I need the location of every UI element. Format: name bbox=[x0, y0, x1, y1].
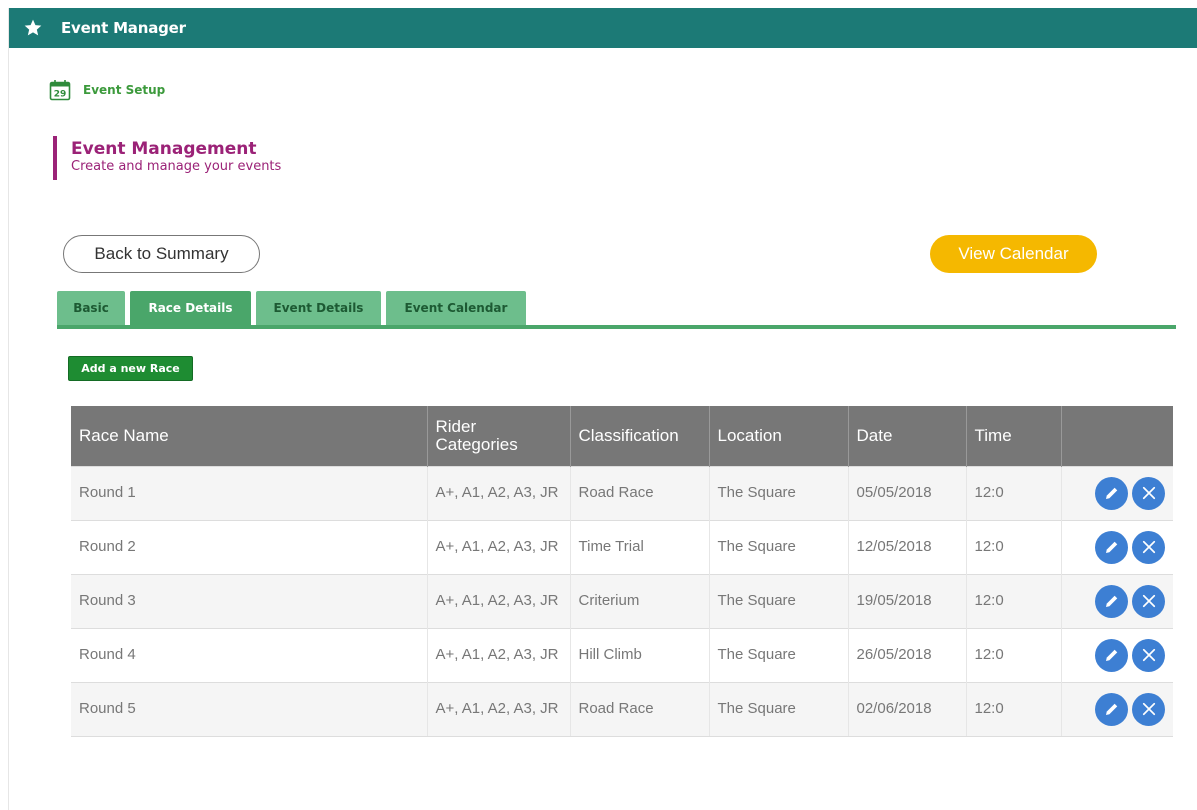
location-cell: The Square bbox=[709, 627, 849, 682]
app-title: Event Manager bbox=[61, 19, 186, 37]
page-subtitle: Create and manage your events bbox=[71, 159, 282, 174]
breadcrumb-label: Event Setup bbox=[83, 83, 166, 97]
column-header-classification[interactable]: Classification bbox=[570, 406, 710, 466]
close-icon bbox=[1142, 540, 1155, 554]
view-calendar-button[interactable]: View Calendar bbox=[930, 235, 1097, 273]
delete-race-button[interactable] bbox=[1132, 638, 1165, 672]
calendar-icon: 29 bbox=[49, 80, 71, 101]
date-cell: 02/06/2018 bbox=[848, 681, 967, 737]
classification-cell: Time Trial bbox=[570, 519, 710, 574]
close-icon bbox=[1142, 648, 1155, 662]
table-row: Round 4 A+, A1, A2, A3, JR Hill Climb Th… bbox=[71, 627, 1173, 682]
pencil-icon bbox=[1105, 595, 1117, 607]
table-row: Round 2 A+, A1, A2, A3, JR Time Trial Th… bbox=[71, 519, 1173, 574]
tab-race-details[interactable]: Race Details bbox=[130, 291, 251, 325]
tab-bar: Basic Race Details Event Details Event C… bbox=[57, 291, 531, 325]
page-heading: Event Management Create and manage your … bbox=[53, 136, 281, 180]
date-cell: 12/05/2018 bbox=[848, 519, 967, 574]
date-cell: 26/05/2018 bbox=[848, 627, 967, 682]
pencil-icon bbox=[1105, 487, 1117, 499]
race-name-cell: Round 4 bbox=[71, 627, 428, 682]
table-row: Round 1 A+, A1, A2, A3, JR Road Race The… bbox=[71, 465, 1173, 520]
delete-race-button[interactable] bbox=[1132, 476, 1165, 510]
back-to-summary-button[interactable]: Back to Summary bbox=[63, 235, 260, 273]
add-new-race-button[interactable]: Add a new Race bbox=[68, 356, 193, 381]
table-header-row: Race Name Rider Categories Classificatio… bbox=[71, 406, 1173, 466]
location-cell: The Square bbox=[709, 465, 849, 520]
actions-cell bbox=[1061, 465, 1173, 520]
delete-race-button[interactable] bbox=[1132, 692, 1165, 726]
column-header-time[interactable]: Time bbox=[966, 406, 1062, 466]
tab-event-details[interactable]: Event Details bbox=[256, 291, 381, 325]
race-name-cell: Round 5 bbox=[71, 681, 428, 737]
time-cell: 12:0 bbox=[966, 519, 1062, 574]
app-window: Event Manager 29 Event Setup Event Manag… bbox=[8, 8, 1197, 810]
classification-cell: Road Race bbox=[570, 465, 710, 520]
race-name-cell: Round 2 bbox=[71, 519, 428, 574]
pencil-icon bbox=[1105, 649, 1117, 661]
rider-categories-cell: A+, A1, A2, A3, JR bbox=[427, 573, 571, 628]
title-bar: Event Manager bbox=[9, 8, 1197, 48]
rider-categories-cell: A+, A1, A2, A3, JR bbox=[427, 681, 571, 737]
actions-cell bbox=[1061, 519, 1173, 574]
rider-categories-cell: A+, A1, A2, A3, JR bbox=[427, 519, 571, 574]
race-name-cell: Round 1 bbox=[71, 465, 428, 520]
table-row: Round 3 A+, A1, A2, A3, JR Criterium The… bbox=[71, 573, 1173, 628]
time-cell: 12:0 bbox=[966, 465, 1062, 520]
actions-cell bbox=[1061, 627, 1173, 682]
edit-race-button[interactable] bbox=[1095, 476, 1128, 510]
location-cell: The Square bbox=[709, 573, 849, 628]
rider-categories-cell: A+, A1, A2, A3, JR bbox=[427, 465, 571, 520]
calendar-day-number: 29 bbox=[54, 90, 67, 100]
date-cell: 19/05/2018 bbox=[848, 573, 967, 628]
actions-cell bbox=[1061, 573, 1173, 628]
tab-underline bbox=[57, 325, 1176, 329]
column-header-date[interactable]: Date bbox=[848, 406, 967, 466]
column-header-race-name[interactable]: Race Name bbox=[71, 406, 428, 466]
page-title: Event Management bbox=[71, 139, 257, 159]
close-icon bbox=[1142, 486, 1155, 500]
column-header-location[interactable]: Location bbox=[709, 406, 849, 466]
table-row: Round 5 A+, A1, A2, A3, JR Road Race The… bbox=[71, 681, 1173, 737]
edit-race-button[interactable] bbox=[1095, 692, 1128, 726]
pencil-icon bbox=[1105, 703, 1117, 715]
rider-categories-cell: A+, A1, A2, A3, JR bbox=[427, 627, 571, 682]
pencil-icon bbox=[1105, 541, 1117, 553]
actions-cell bbox=[1061, 681, 1173, 737]
classification-cell: Road Race bbox=[570, 681, 710, 737]
time-cell: 12:0 bbox=[966, 627, 1062, 682]
tab-event-calendar[interactable]: Event Calendar bbox=[386, 291, 526, 325]
star-icon bbox=[24, 19, 42, 36]
location-cell: The Square bbox=[709, 681, 849, 737]
time-cell: 12:0 bbox=[966, 681, 1062, 737]
delete-race-button[interactable] bbox=[1132, 584, 1165, 618]
races-table: Race Name Rider Categories Classificatio… bbox=[71, 406, 1173, 737]
location-cell: The Square bbox=[709, 519, 849, 574]
close-icon bbox=[1142, 594, 1155, 608]
edit-race-button[interactable] bbox=[1095, 530, 1128, 564]
column-header-actions bbox=[1061, 406, 1173, 466]
race-name-cell: Round 3 bbox=[71, 573, 428, 628]
delete-race-button[interactable] bbox=[1132, 530, 1165, 564]
classification-cell: Hill Climb bbox=[570, 627, 710, 682]
column-header-rider-categories[interactable]: Rider Categories bbox=[427, 406, 571, 466]
close-icon bbox=[1142, 702, 1155, 716]
time-cell: 12:0 bbox=[966, 573, 1062, 628]
breadcrumb[interactable]: 29 Event Setup bbox=[49, 79, 165, 101]
classification-cell: Criterium bbox=[570, 573, 710, 628]
date-cell: 05/05/2018 bbox=[848, 465, 967, 520]
edit-race-button[interactable] bbox=[1095, 638, 1128, 672]
tab-basic[interactable]: Basic bbox=[57, 291, 125, 325]
edit-race-button[interactable] bbox=[1095, 584, 1128, 618]
